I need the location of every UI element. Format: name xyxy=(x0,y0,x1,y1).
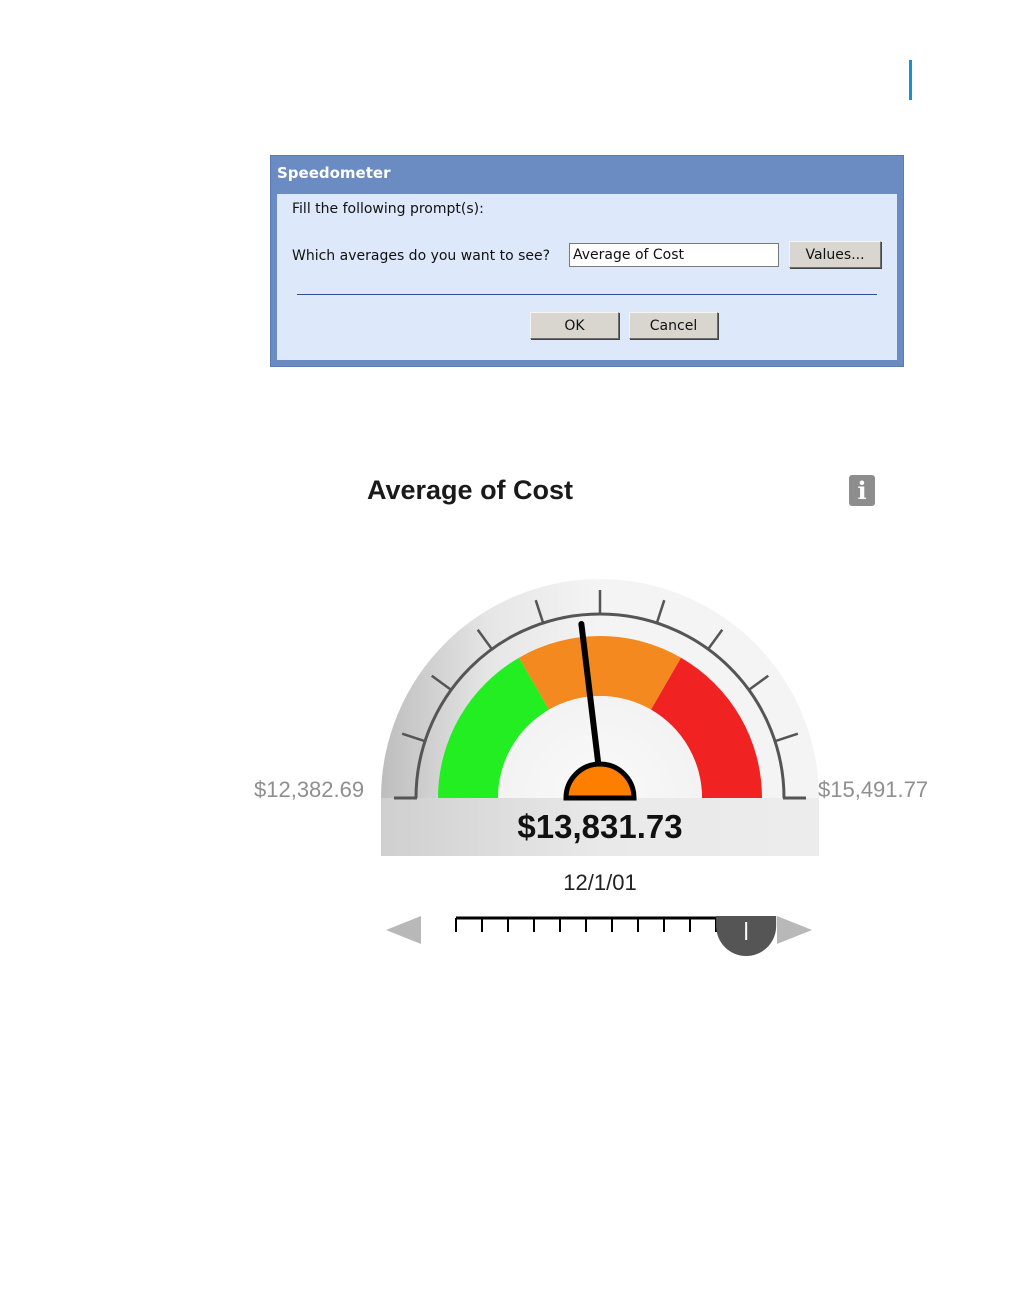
slider-prev-arrow[interactable] xyxy=(386,916,421,944)
slider-date-label: 12/1/01 xyxy=(563,870,637,895)
slider-next-arrow[interactable] xyxy=(777,916,812,944)
speedometer-gauge xyxy=(381,579,819,957)
gauge-max-label: $15,491.77 xyxy=(818,777,929,802)
gauge-min-label: $12,382.69 xyxy=(254,777,365,802)
gauge-current-value: $13,831.73 xyxy=(517,808,683,845)
